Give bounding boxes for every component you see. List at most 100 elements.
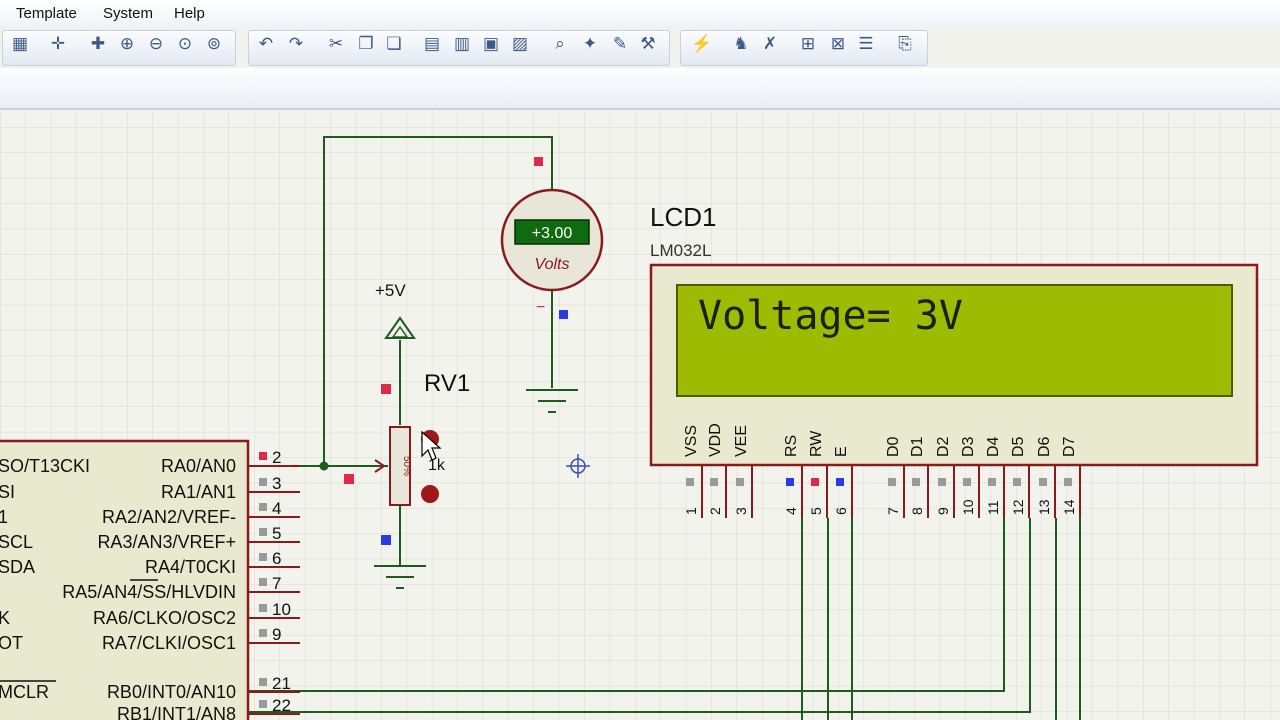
- menu-system[interactable]: System: [103, 5, 153, 22]
- search-tag-icon[interactable]: ♞: [729, 32, 753, 56]
- pin-marker: [381, 535, 391, 545]
- lcd-pin-name: D2: [935, 436, 952, 457]
- zoom-area-icon[interactable]: ⊚: [202, 32, 226, 56]
- pin-marker: [534, 157, 543, 166]
- lcd-pin-number: 11: [985, 500, 1001, 515]
- wire-autorouter-icon[interactable]: ⚡: [690, 32, 714, 56]
- lcd-pin-number: 8: [909, 507, 925, 515]
- mcu-pin-number: 9: [272, 625, 281, 644]
- property-tool-icon[interactable]: ✗: [758, 32, 782, 56]
- block-move-icon[interactable]: ▥: [450, 32, 474, 56]
- pot-name: RV1: [424, 370, 470, 397]
- pin-state-marker: [259, 452, 267, 460]
- pin-state-marker: [259, 678, 267, 686]
- grid-icon[interactable]: ▦: [8, 32, 32, 56]
- pan-icon[interactable]: ✚: [86, 32, 110, 56]
- lcd-model: LM032L: [650, 241, 711, 260]
- pin-state-marker: [938, 478, 946, 486]
- menu-help[interactable]: Help: [174, 5, 205, 22]
- mcu-pin-label: RA0/AN0: [161, 456, 236, 476]
- lcd-pin-number: 14: [1061, 499, 1077, 515]
- mcu-pin-label: RB0/INT0/AN10: [107, 682, 236, 702]
- toolbar-band: [0, 68, 1280, 110]
- lcd-pin-name: VEE: [733, 425, 750, 457]
- menu-template[interactable]: Template: [16, 5, 77, 22]
- undo-icon[interactable]: ↶: [254, 32, 278, 56]
- pin-state-marker: [259, 503, 267, 511]
- lcd-pin-number: 1: [683, 507, 699, 515]
- block-delete-icon[interactable]: ▨: [508, 32, 532, 56]
- pin-state-marker: [710, 478, 718, 486]
- mcu-pin-number: 5: [272, 524, 281, 543]
- pin-state-marker: [1039, 478, 1047, 486]
- pin-state-marker: [988, 478, 996, 486]
- mcu-pin-label: RB1/INT1/AN8: [117, 704, 236, 720]
- pin-state-marker: [686, 478, 694, 486]
- lcd-pin-number: 10: [960, 499, 976, 515]
- mcu-left-label: OT: [0, 633, 23, 653]
- pin-state-marker: [888, 478, 896, 486]
- lcd-pin-name: E: [833, 446, 850, 457]
- lcd-pin-number: 2: [707, 507, 723, 515]
- mcu-pin-label: RA7/CLKI/OSC1: [102, 633, 236, 653]
- pin-state-marker: [1013, 478, 1021, 486]
- lcd-pin-name: VSS: [683, 425, 700, 457]
- lcd-name: LCD1: [650, 202, 716, 232]
- lcd-pin-name: D1: [909, 436, 926, 457]
- mcu-pin-number: 10: [272, 600, 291, 619]
- copy-icon[interactable]: ❐: [354, 32, 378, 56]
- paste-icon[interactable]: ❏: [382, 32, 406, 56]
- lcd-pin-name: RS: [783, 435, 800, 457]
- zoom-out-icon[interactable]: ⊖: [144, 32, 168, 56]
- pin-state-marker: [836, 478, 844, 486]
- lcd-pin-name: D6: [1036, 436, 1053, 457]
- make-device-icon[interactable]: ✦: [578, 32, 602, 56]
- decompose-icon[interactable]: ⚒: [636, 32, 660, 56]
- pin-marker: [381, 384, 391, 394]
- remove-sheet-icon[interactable]: ⊠: [826, 32, 850, 56]
- pot-decrease-button[interactable]: [421, 485, 439, 503]
- mcu-pin-label: RA5/AN4/SS/HLVDIN: [62, 582, 236, 602]
- zoom-in-icon[interactable]: ⊕: [115, 32, 139, 56]
- mcu-pin-number: 22: [272, 696, 291, 715]
- schematic-canvas[interactable]: +3.00 Volts − +5V RV1 50% 1k LCD1 LM032L…: [0, 110, 1280, 720]
- lcd-pin-name: D4: [985, 436, 1002, 457]
- block-copy-icon[interactable]: ▤: [420, 32, 444, 56]
- mcu-pin-label: RA6/CLKO/OSC2: [93, 608, 236, 628]
- pick-device-icon[interactable]: ⌕: [548, 32, 572, 56]
- lcd-pin-number: 12: [1010, 499, 1026, 515]
- cut-icon[interactable]: ✂: [324, 32, 348, 56]
- redo-icon[interactable]: ↷: [284, 32, 308, 56]
- lcd-pin-number: 5: [808, 507, 824, 515]
- block-rotate-icon[interactable]: ▣: [479, 32, 503, 56]
- pin-state-marker: [259, 629, 267, 637]
- electrical-check-icon[interactable]: ⎘: [893, 32, 917, 56]
- lcd-pin-number: 9: [935, 507, 951, 515]
- origin-icon[interactable]: ✛: [46, 32, 70, 56]
- pin-state-marker: [259, 478, 267, 486]
- mcu-left-label: SO/T13CKI: [0, 456, 90, 476]
- pot-value: 1k: [428, 457, 446, 474]
- lcd-pin-number: 13: [1036, 499, 1052, 515]
- mcu-pin-number: 7: [272, 574, 281, 593]
- lcd-pin-name: D3: [960, 436, 977, 457]
- mcu-pin-label: RA4/T0CKI: [145, 557, 236, 577]
- mcu-pin-number: 21: [272, 674, 291, 693]
- packaging-icon[interactable]: ✎: [608, 32, 632, 56]
- lcd-pin-number: 7: [885, 507, 901, 515]
- pin-state-marker: [1064, 478, 1072, 486]
- bom-icon[interactable]: ☰: [854, 32, 878, 56]
- pin-state-marker: [259, 553, 267, 561]
- mcu-left-label: SI: [0, 482, 15, 502]
- zoom-all-icon[interactable]: ⊙: [173, 32, 197, 56]
- pin-state-marker: [259, 528, 267, 536]
- power-label: +5V: [375, 281, 406, 300]
- new-sheet-icon[interactable]: ⊞: [796, 32, 820, 56]
- pin-state-marker: [963, 478, 971, 486]
- mcu-pin-number: 6: [272, 549, 281, 568]
- mcu-pin-number: 4: [272, 499, 281, 518]
- pin-state-marker: [912, 478, 920, 486]
- pin-state-marker: [786, 478, 794, 486]
- lcd-pin-name: D5: [1010, 436, 1027, 457]
- pin-state-marker: [259, 578, 267, 586]
